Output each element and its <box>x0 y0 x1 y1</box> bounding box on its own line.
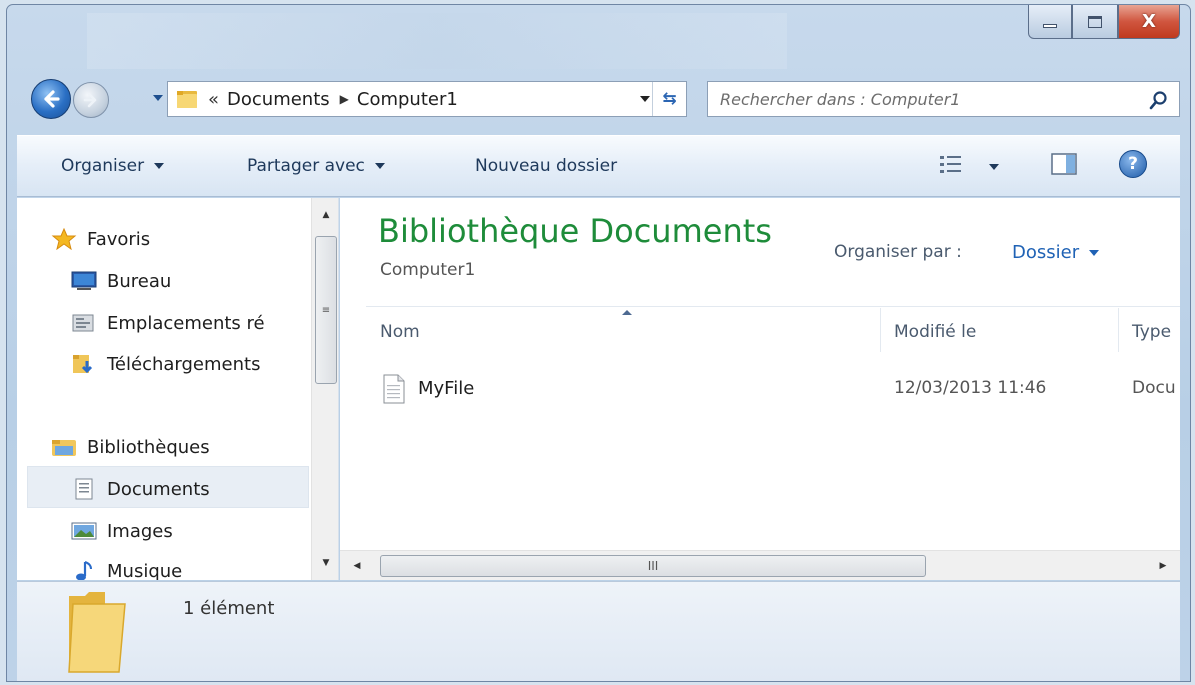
column-header-name[interactable]: Nom <box>380 322 420 342</box>
view-dropdown[interactable] <box>989 164 999 170</box>
scroll-right-button[interactable]: ▶ <box>1150 551 1176 580</box>
maximize-icon <box>1088 15 1102 28</box>
nav-favorites-label: Favoris <box>87 228 151 250</box>
item-count: 1 élément <box>183 598 275 619</box>
content-horizontal-scrollbar[interactable]: ◀ III ▶ <box>340 550 1180 580</box>
content-pane: Bibliothèque Documents Computer1 Organis… <box>340 198 1180 580</box>
close-icon: X <box>1142 11 1156 32</box>
chevron-down-icon <box>154 163 165 169</box>
view-options-icon[interactable] <box>939 154 965 176</box>
address-bar[interactable]: « Documents ▶ Computer1 ⇆ <box>167 81 687 117</box>
arrange-by-label: Organiser par : <box>834 242 962 262</box>
nav-images[interactable]: Images <box>71 520 173 542</box>
header-divider <box>366 306 1180 307</box>
libraries-icon <box>52 440 76 456</box>
address-segment-computer1[interactable]: Computer1 <box>357 89 458 110</box>
scroll-left-button[interactable]: ◀ <box>344 551 370 580</box>
nav-recent-places[interactable]: Emplacements ré <box>71 312 265 334</box>
file-type: Docu <box>1132 378 1176 398</box>
refresh-button[interactable]: ⇆ <box>652 82 686 116</box>
search-icon[interactable] <box>1149 90 1169 110</box>
column-separator[interactable] <box>880 308 881 352</box>
search-box <box>707 81 1180 117</box>
address-separator-arrow[interactable]: ▶ <box>340 92 349 106</box>
search-input[interactable] <box>720 89 1120 109</box>
maximize-button[interactable] <box>1072 5 1118 39</box>
caption-buttons: X <box>1028 5 1180 39</box>
share-label: Partager avec <box>247 156 365 176</box>
downloads-folder-icon <box>73 355 93 374</box>
music-icon <box>76 561 92 580</box>
scroll-thumb[interactable]: III <box>380 555 926 577</box>
address-overflow-chevron[interactable]: « <box>208 89 219 110</box>
nav-documents[interactable]: Documents <box>71 478 210 500</box>
details-pane: 1 élément <box>17 581 1180 681</box>
glass-background <box>87 13 787 69</box>
help-icon[interactable]: ? <box>1119 150 1147 178</box>
scroll-up-button[interactable]: ▲ <box>312 202 338 228</box>
organize-label: Organiser <box>61 156 145 176</box>
file-row[interactable]: MyFile 12/03/2013 11:46 Docu <box>380 370 1180 410</box>
chevron-down-icon <box>374 163 385 169</box>
folder-icon <box>68 592 126 673</box>
navigation-pane: Favoris Bureau Emplacements ré Télécharg… <box>17 198 339 580</box>
nav-music-label: Musique <box>107 560 183 581</box>
arrange-by-dropdown[interactable]: Dossier <box>1012 242 1100 263</box>
nav-favorites[interactable]: Favoris <box>51 228 150 250</box>
desktop-icon <box>71 271 97 290</box>
column-separator[interactable] <box>1118 308 1119 352</box>
organize-menu[interactable]: Organiser <box>61 156 165 176</box>
forward-button[interactable] <box>73 82 109 118</box>
chevron-down-icon <box>1089 249 1100 256</box>
library-subtitle: Computer1 <box>380 260 476 280</box>
nav-downloads[interactable]: Téléchargements <box>71 353 260 375</box>
nav-images-label: Images <box>107 520 173 542</box>
nav-downloads-label: Téléchargements <box>107 353 261 375</box>
back-arrow-icon <box>44 90 60 108</box>
star-icon <box>51 228 77 250</box>
minimize-icon <box>1043 23 1057 28</box>
nav-libraries-label: Bibliothèques <box>87 436 210 458</box>
column-header-modified[interactable]: Modifié le <box>894 322 976 342</box>
sort-ascending-icon <box>622 310 632 315</box>
nav-documents-label: Documents <box>107 478 210 500</box>
share-menu[interactable]: Partager avec <box>247 156 385 176</box>
nav-desktop[interactable]: Bureau <box>71 270 171 292</box>
back-button[interactable] <box>31 79 71 119</box>
images-icon <box>71 522 97 540</box>
address-segment-documents[interactable]: Documents <box>227 89 330 110</box>
nav-desktop-label: Bureau <box>107 270 172 292</box>
refresh-icon: ⇆ <box>662 89 677 109</box>
explorer-window: X « Documents ▶ Computer1 ⇆ Organiser Pa… <box>6 4 1191 682</box>
file-name: MyFile <box>418 378 475 399</box>
file-modified: 12/03/2013 11:46 <box>894 378 1047 398</box>
folder-icon <box>177 91 197 108</box>
nav-recent-places-label: Emplacements ré <box>107 312 265 334</box>
column-header-type[interactable]: Type <box>1132 322 1171 342</box>
text-file-icon <box>383 374 405 404</box>
arrange-by-value: Dossier <box>1012 242 1080 263</box>
navigation-row: « Documents ▶ Computer1 ⇆ <box>25 77 1180 121</box>
library-title: Bibliothèque Documents <box>378 212 772 250</box>
recent-pages-dropdown[interactable] <box>153 95 163 101</box>
minimize-button[interactable] <box>1028 5 1072 39</box>
new-folder-button[interactable]: Nouveau dossier <box>475 156 617 176</box>
documents-icon <box>75 478 93 500</box>
address-history-dropdown[interactable] <box>640 96 650 102</box>
forward-arrow-icon <box>83 92 97 108</box>
scroll-down-button[interactable]: ▼ <box>312 550 338 576</box>
nav-music[interactable]: Musique <box>71 560 182 580</box>
close-button[interactable]: X <box>1118 5 1180 39</box>
command-bar: Organiser Partager avec Nouveau dossier … <box>17 135 1180 197</box>
nav-libraries[interactable]: Bibliothèques <box>51 436 210 458</box>
scroll-thumb[interactable]: ≡ <box>315 236 337 384</box>
preview-pane-icon[interactable] <box>1051 152 1077 176</box>
nav-vertical-scrollbar[interactable]: ▲ ≡ ▼ <box>311 198 338 580</box>
new-folder-label: Nouveau dossier <box>475 156 618 176</box>
recent-places-icon <box>72 314 94 332</box>
